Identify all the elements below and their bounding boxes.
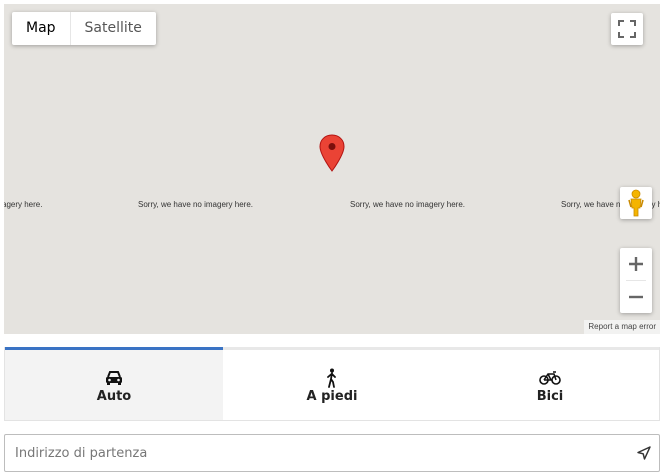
tab-a-piedi[interactable]: A piedi [223, 347, 441, 420]
start-address-field [4, 434, 660, 472]
tab-bici[interactable]: Bici [441, 347, 659, 420]
map-canvas[interactable]: Map Satellite agery here. Sorry, we have… [4, 4, 660, 334]
zoom-control [620, 248, 652, 313]
map-marker-icon[interactable] [318, 134, 346, 172]
no-imagery-text: Sorry, we have no imagery here. [138, 200, 254, 209]
tab-label: Auto [96, 388, 132, 404]
fullscreen-icon [618, 20, 636, 38]
car-icon [106, 370, 122, 385]
tab-label: Bici [536, 388, 564, 404]
plus-icon [629, 257, 643, 271]
pegman-icon [628, 189, 644, 217]
bicycle-icon [539, 370, 561, 385]
no-imagery-text: Sorry, we have no imagery here. [350, 200, 466, 209]
start-address-input[interactable] [5, 435, 629, 471]
locate-me-button[interactable] [629, 446, 659, 460]
zoom-in-button[interactable] [620, 248, 652, 280]
tab-auto[interactable]: Auto [5, 347, 223, 420]
walk-icon [327, 368, 336, 388]
location-arrow-icon [637, 446, 651, 460]
minus-icon [629, 295, 643, 299]
zoom-out-button[interactable] [620, 281, 652, 313]
no-imagery-text: agery here. [4, 200, 43, 209]
tab-label: A piedi [306, 388, 358, 404]
map-type-map-button[interactable]: Map [12, 12, 70, 45]
fullscreen-button[interactable] [611, 13, 643, 45]
report-map-error-link[interactable]: Report a map error [584, 320, 660, 334]
map-type-control: Map Satellite [12, 12, 156, 45]
travel-mode-tabs: Auto A piedi Bici [4, 347, 660, 421]
street-view-pegman[interactable] [620, 187, 652, 219]
map-type-satellite-button[interactable]: Satellite [71, 12, 156, 45]
